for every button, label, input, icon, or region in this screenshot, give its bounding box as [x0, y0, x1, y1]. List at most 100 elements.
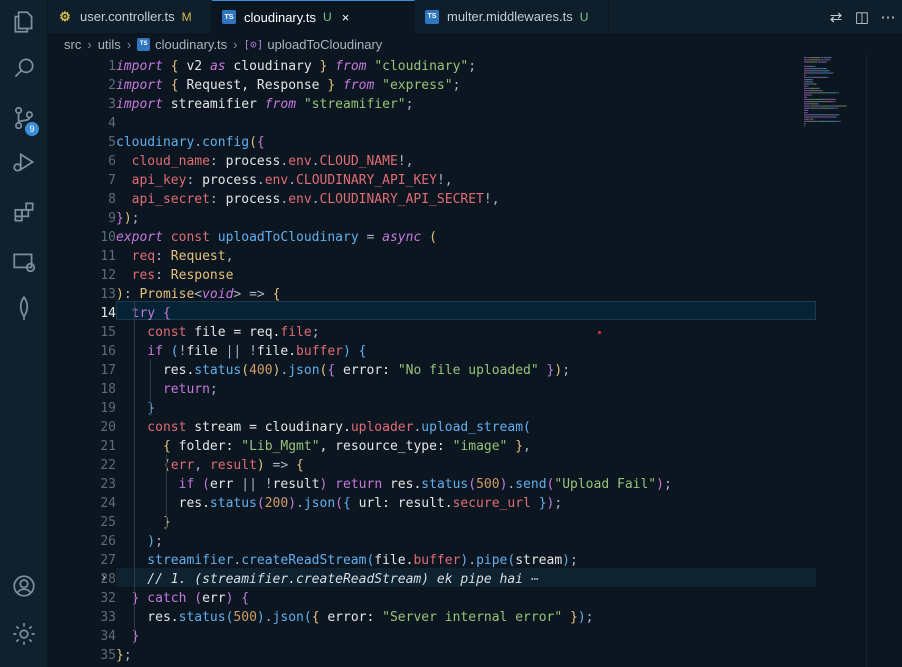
line-number: 2 [108, 78, 116, 93]
breadcrumb-separator: › [87, 36, 92, 52]
minimap-token [818, 120, 819, 122]
minimap-token [820, 105, 825, 107]
code-token: ) [288, 496, 297, 511]
code-token: json [288, 363, 320, 378]
minimap-token [822, 107, 830, 109]
tab-status: M [181, 9, 192, 24]
code-token: ( [249, 135, 257, 150]
minimap-token [815, 61, 818, 63]
code-editor[interactable]: 1 2 3 4 5 6 7 8 9 10 11 12 13 14 15 16 17 18 19 20 21 22 23 24 2… [48, 55, 902, 667]
settings-gear-icon[interactable] [0, 614, 47, 654]
code-line: api_secret: process.env.CLOUDINARY_API_S… [116, 190, 500, 209]
code-token: ) [256, 610, 265, 625]
minimap-token [831, 105, 834, 107]
minimap-token [804, 59, 808, 61]
code-token: . [264, 610, 273, 625]
code-line: // 1. (streamifier.createReadStream) ek … [116, 570, 538, 589]
minimap-token [810, 118, 813, 120]
code-token: return [116, 382, 210, 397]
minimap-token [820, 57, 824, 59]
code-line: return; [116, 380, 218, 399]
code-token: stream = cloudinary. [186, 420, 351, 435]
code-token: file. [374, 553, 414, 568]
code-token: 400 [249, 363, 273, 378]
mongodb-leaf-icon[interactable] [0, 288, 47, 328]
line-number: 8 [108, 192, 116, 207]
breadcrumb-src[interactable]: src [64, 37, 81, 52]
more-actions-icon[interactable]: ⋯ [875, 8, 901, 26]
minimap-token [828, 76, 829, 78]
minimap-token [814, 120, 816, 122]
code-token: ( [429, 230, 437, 245]
code-token: err [170, 458, 195, 473]
code-token: { [272, 287, 281, 302]
line-number: 34 [100, 629, 116, 644]
code-token: ) [256, 458, 265, 473]
minimap-token [838, 120, 840, 122]
line-number: 33 [100, 610, 116, 625]
minimap[interactable] [804, 55, 864, 130]
breadcrumb-file[interactable]: cloudinary.ts [155, 37, 227, 52]
code-token: ; [562, 363, 571, 378]
minimap-token [804, 74, 805, 76]
compare-changes-icon[interactable]: ⇄ [823, 8, 849, 26]
code-line: res: Response [116, 266, 234, 285]
tab-label: multer.middlewares.ts [447, 9, 573, 24]
minimap-token [819, 72, 833, 74]
minimap-token [840, 120, 841, 122]
code-token: status [178, 610, 226, 625]
close-tab-icon[interactable]: × [342, 10, 350, 25]
source-control-icon[interactable]: 9 [0, 98, 47, 138]
code-token: } [116, 591, 140, 606]
run-debug-icon[interactable] [0, 142, 47, 182]
code-token: catch [139, 591, 187, 606]
fold-chevron-icon[interactable]: › [100, 568, 107, 587]
search-icon[interactable] [0, 48, 47, 88]
code-token: { [116, 439, 171, 454]
code-line: export const uploadToCloudinary = async … [116, 228, 437, 247]
vertical-scrollbar[interactable] [866, 55, 881, 667]
tab-user-controller[interactable]: ⚙ user.controller.ts M [48, 0, 212, 33]
code-token: cloudinary [225, 59, 320, 74]
minimap-token [804, 96, 807, 98]
code-token: upload_stream [421, 420, 524, 435]
minimap-token [809, 70, 811, 72]
code-token: . [468, 553, 477, 568]
split-editor-icon[interactable]: ◫ [849, 8, 875, 26]
code-token: 500 [476, 477, 500, 492]
extensions-icon[interactable] [0, 192, 47, 232]
code-token: 200 [264, 496, 289, 511]
code-token: , [194, 458, 210, 473]
tab-multer-middlewares[interactable]: TS multer.middlewares.ts U [415, 0, 609, 33]
line-number: 25 [100, 515, 116, 530]
remote-explorer-icon[interactable] [0, 242, 47, 282]
tab-cloudinary[interactable]: TS cloudinary.ts U × [212, 0, 415, 33]
minimap-token [811, 105, 814, 107]
minimap-token [818, 61, 827, 63]
code-token: import [116, 97, 163, 112]
breadcrumb-symbol[interactable]: uploadToCloudinary [267, 37, 382, 52]
code-token: { [256, 135, 265, 150]
code-token: if [116, 477, 195, 492]
minimap-token [804, 103, 809, 105]
code-token: void [202, 287, 234, 302]
code-token: ; [570, 553, 578, 568]
minimap-token [837, 92, 838, 94]
minimap-token [811, 76, 823, 78]
code-line: ); [116, 532, 163, 551]
code-token: Request [170, 249, 226, 264]
code-line: } catch (err) { [116, 589, 249, 608]
breadcrumb-utils[interactable]: utils [98, 37, 121, 52]
code-line: ): Promise<void> => { [116, 285, 280, 304]
minimap-token [830, 114, 831, 116]
breadcrumb-separator: › [126, 36, 132, 52]
code-token: ( [170, 344, 179, 359]
code-token: : [123, 287, 140, 302]
code-token: { [296, 458, 304, 473]
explorer-icon[interactable] [0, 2, 47, 42]
account-icon[interactable] [0, 566, 47, 606]
minimap-token [808, 79, 813, 81]
minimap-token [819, 68, 820, 70]
line-number: 1 [108, 59, 116, 74]
